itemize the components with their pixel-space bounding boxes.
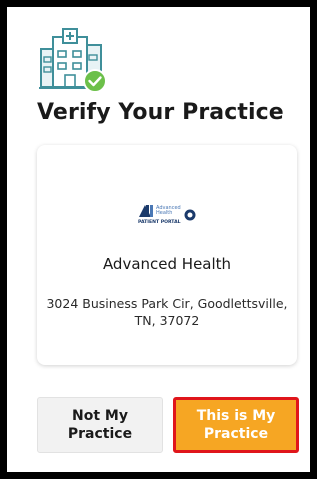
screen: Verify Your Practice Advanced Health PAT… xyxy=(14,14,303,465)
svg-text:PATIENT PORTAL: PATIENT PORTAL xyxy=(138,219,181,225)
app-frame: Verify Your Practice Advanced Health PAT… xyxy=(0,0,317,479)
practice-card: Advanced Health PATIENT PORTAL Advanced … xyxy=(37,145,297,365)
not-my-practice-button[interactable]: Not My Practice xyxy=(37,397,163,453)
not-my-practice-label: Not My Practice xyxy=(67,408,133,442)
practice-address: 3024 Business Park Cir, Goodlettsville, … xyxy=(46,296,288,328)
practice-logo: Advanced Health PATIENT PORTAL xyxy=(137,201,199,225)
hospital-verified-icon xyxy=(39,27,111,95)
page-title: Verify Your Practice xyxy=(37,100,284,125)
practice-name: Advanced Health xyxy=(102,255,232,273)
this-is-my-practice-label: This is My Practice xyxy=(196,408,276,442)
this-is-my-practice-button[interactable]: This is My Practice xyxy=(173,397,299,453)
svg-text:Health: Health xyxy=(156,210,172,216)
